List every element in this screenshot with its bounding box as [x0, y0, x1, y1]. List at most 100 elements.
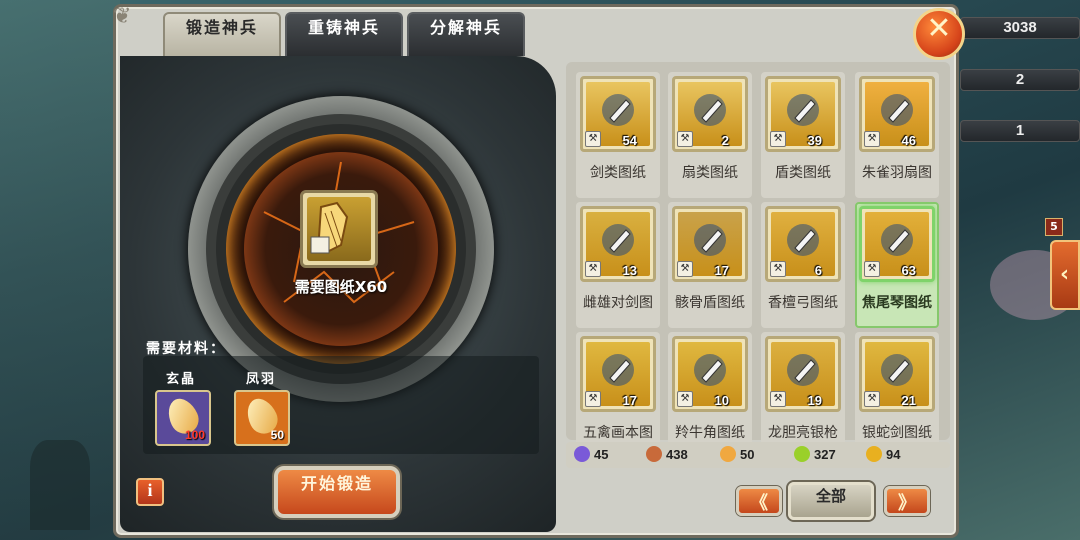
item-frame: ⚒ 19 [765, 336, 841, 412]
close-button[interactable]: ✕ [913, 8, 965, 60]
material-count: 50 [270, 428, 284, 442]
blueprint-badge-icon: ⚒ [677, 391, 693, 407]
blueprint-badge-icon: ⚒ [864, 131, 880, 147]
item-frame: ⚒ 46 [859, 76, 935, 152]
item-label: 骸骨盾图纸 [675, 295, 745, 311]
item-label: 焦尾琴图纸 [862, 295, 932, 311]
blueprint-item[interactable]: ⚒ 17 五禽画本图 [576, 332, 660, 458]
item-label: 银蛇剑图纸 [862, 425, 932, 441]
blueprint-badge-icon: ⚒ [770, 131, 786, 147]
blueprint-item[interactable]: ⚒ 17 骸骨盾图纸 [668, 202, 752, 328]
resource-value: 94 [886, 447, 901, 462]
material-phoenix-feather[interactable]: 50 [234, 390, 290, 446]
blueprint-item[interactable]: ⚒ 54 剑类图纸 [576, 72, 660, 198]
item-count: 54 [622, 133, 637, 148]
counter-stamina: 2 [960, 69, 1080, 91]
start-forge-button[interactable]: 开始锻造 [274, 466, 400, 518]
item-label: 羚牛角图纸 [675, 425, 745, 441]
resource-value: 327 [814, 447, 836, 462]
item-label: 剑类图纸 [590, 165, 646, 181]
item-frame: ⚒ 63 [859, 206, 935, 282]
item-count: 6 [814, 263, 822, 278]
tab-recast[interactable]: 重铸神兵 [285, 12, 403, 56]
item-frame: ⚒ 17 [580, 336, 656, 412]
item-label: 龙胆亮银枪 [768, 425, 838, 441]
item-count: 39 [807, 133, 822, 148]
blueprint-badge-icon: ⚒ [864, 261, 880, 277]
blueprint-badge-icon: ⚒ [585, 131, 601, 147]
gold-feather-icon [866, 446, 882, 462]
resource-counter: 438 [646, 446, 688, 462]
item-frame: ⚒ 6 [765, 206, 841, 282]
item-frame: ⚒ 21 [859, 336, 935, 412]
item-count: 17 [714, 263, 729, 278]
blueprint-badge-icon: ⚒ [770, 261, 786, 277]
blueprint-item[interactable]: ⚒ 6 香檀弓图纸 [761, 202, 845, 328]
item-count: 13 [622, 263, 637, 278]
tab-decompose[interactable]: 分解神兵 [407, 12, 525, 56]
item-count: 63 [901, 263, 916, 278]
scroll-icon [646, 446, 662, 462]
item-label: 香檀弓图纸 [768, 295, 838, 311]
zither-icon [307, 197, 371, 261]
blueprint-badge-icon: ⚒ [864, 391, 880, 407]
background-statue [30, 440, 90, 530]
blueprint-item[interactable]: ⚒ 13 雌雄对剑图 [576, 202, 660, 328]
item-frame: ⚒ 39 [765, 76, 841, 152]
item-count: 21 [901, 393, 916, 408]
blueprint-badge-icon: ⚒ [770, 391, 786, 407]
blueprint-badge-icon: ⚒ [677, 131, 693, 147]
resource-value: 50 [740, 447, 755, 462]
material-count: 100 [184, 428, 205, 442]
blueprint-badge-icon: ⚒ [585, 391, 601, 407]
tab-forge[interactable]: 锻造神兵 [163, 12, 281, 56]
item-label: 朱雀羽扇图 [862, 165, 932, 181]
materials-title: 需要材料： [146, 341, 226, 357]
chevron-left-icon: ‹ [1060, 262, 1070, 287]
item-label: 雌雄对剑图 [583, 295, 653, 311]
next-page-button[interactable]: 》 [884, 486, 930, 516]
counter-gems: 1 [960, 120, 1080, 142]
item-frame: ⚒ 2 [672, 76, 748, 152]
blueprint-item[interactable]: ⚒ 46 朱雀羽扇图 [855, 72, 939, 198]
item-count: 17 [622, 393, 637, 408]
blueprint-item[interactable]: ⚒ 2 扇类图纸 [668, 72, 752, 198]
helmet-icon [794, 446, 810, 462]
blueprint-item[interactable]: ⚒ 63 焦尾琴图纸 [855, 202, 939, 328]
resource-counter: 45 [574, 446, 608, 462]
feather-icon [720, 446, 736, 462]
item-count: 10 [714, 393, 729, 408]
corner-ornament-icon: ❦ [113, 4, 132, 29]
blueprint-item[interactable]: ⚒ 19 龙胆亮银枪 [761, 332, 845, 458]
prev-page-button[interactable]: 《 [736, 486, 782, 516]
item-label: 五禽画本图 [583, 425, 653, 441]
resource-counter: 327 [794, 446, 836, 462]
target-item-slot[interactable] [300, 190, 378, 268]
crystal-icon [574, 446, 590, 462]
item-label: 扇类图纸 [682, 165, 738, 181]
tab-bar: 锻造神兵 重铸神兵 分解神兵 [163, 12, 525, 56]
side-badge: 5 [1045, 218, 1063, 236]
blueprint-item[interactable]: ⚒ 39 盾类图纸 [761, 72, 845, 198]
info-button[interactable]: i [136, 478, 164, 506]
blueprint-badge-icon: ⚒ [677, 261, 693, 277]
resource-counter: 50 [720, 446, 754, 462]
filter-all-button[interactable]: 全部 [788, 482, 874, 520]
resource-value: 438 [666, 447, 688, 462]
item-frame: ⚒ 54 [580, 76, 656, 152]
side-expand-button[interactable]: ‹ [1050, 240, 1080, 310]
item-label: 盾类图纸 [775, 165, 831, 181]
item-frame: ⚒ 13 [580, 206, 656, 282]
resource-counter: 94 [866, 446, 900, 462]
item-count: 19 [807, 393, 822, 408]
blueprint-item[interactable]: ⚒ 10 羚牛角图纸 [668, 332, 752, 458]
item-frame: ⚒ 10 [672, 336, 748, 412]
item-count: 2 [721, 133, 729, 148]
material-crystal[interactable]: 100 [155, 390, 211, 446]
blueprint-item[interactable]: ⚒ 21 银蛇剑图纸 [855, 332, 939, 458]
blueprint-badge-icon: ⚒ [585, 261, 601, 277]
resource-value: 45 [594, 447, 609, 462]
material-name-crystal: 玄晶 [166, 372, 197, 387]
item-frame: ⚒ 17 [672, 206, 748, 282]
close-icon: ✕ [926, 11, 952, 46]
